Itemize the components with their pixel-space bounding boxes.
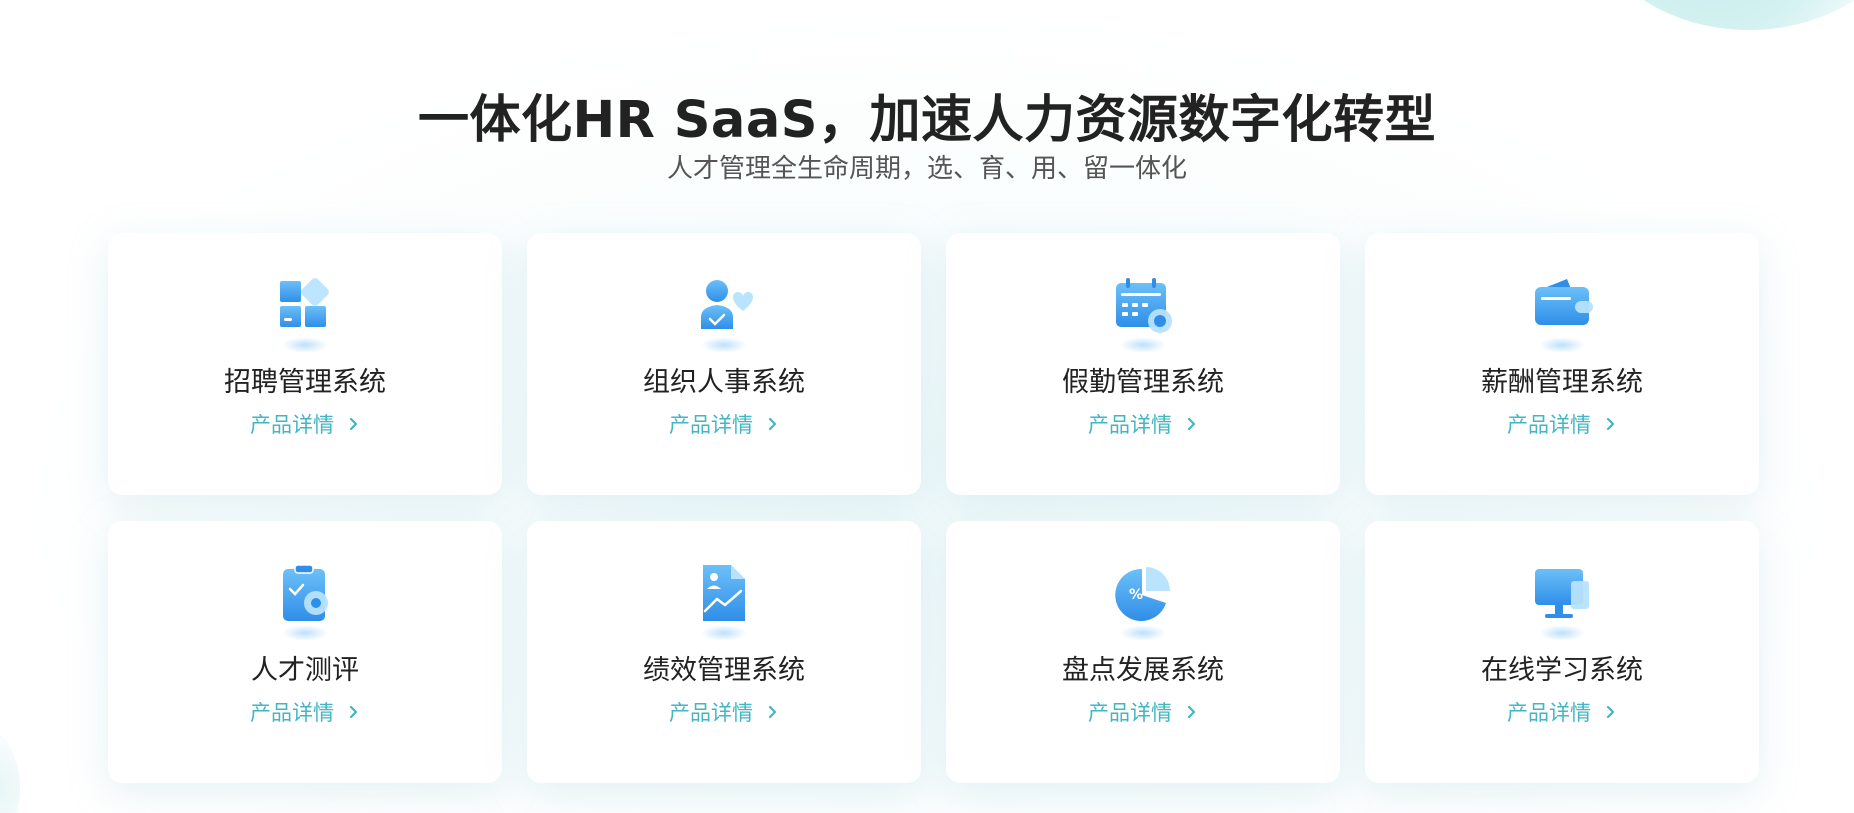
product-title: 绩效管理系统 — [643, 655, 805, 686]
org-person-icon — [689, 271, 759, 353]
chevron-right-icon — [1606, 705, 1615, 719]
decorative-blob — [1584, 0, 1854, 30]
performance-chart-icon — [689, 559, 759, 641]
page-subtitle: 人才管理全生命周期，选、育、用、留一体化 — [666, 154, 1187, 184]
product-title: 盘点发展系统 — [1062, 655, 1224, 686]
product-card-assessment[interactable]: 人才测评 产品详情 — [108, 521, 502, 783]
product-detail-link[interactable]: 产品详情 — [669, 697, 779, 727]
product-card-review[interactable]: % 盘点发展系统 产品详情 — [946, 521, 1340, 783]
page-title: 一体化HR SaaS，加速人力资源数字化转型 — [417, 91, 1436, 150]
product-title: 假勤管理系统 — [1062, 367, 1224, 398]
product-detail-label: 产品详情 — [669, 701, 753, 725]
chevron-right-icon — [349, 417, 358, 431]
product-detail-label: 产品详情 — [1088, 701, 1172, 725]
product-title: 在线学习系统 — [1481, 655, 1643, 686]
product-detail-link[interactable]: 产品详情 — [669, 409, 779, 439]
monitor-icon — [1527, 559, 1597, 641]
product-detail-label: 产品详情 — [1507, 413, 1591, 437]
product-grid: 招聘管理系统 产品详情 组织人事系统 产品详情 假勤管理系统 产品详情 薪酬管理… — [108, 233, 1760, 783]
product-detail-link[interactable]: 产品详情 — [1507, 409, 1617, 439]
chevron-right-icon — [1187, 417, 1196, 431]
clipboard-icon — [270, 559, 340, 641]
product-detail-label: 产品详情 — [669, 413, 753, 437]
product-detail-link[interactable]: 产品详情 — [1088, 409, 1198, 439]
product-title: 薪酬管理系统 — [1481, 367, 1643, 398]
product-detail-label: 产品详情 — [1088, 413, 1172, 437]
product-detail-label: 产品详情 — [250, 413, 334, 437]
product-detail-label: 产品详情 — [250, 701, 334, 725]
svg-text:%: % — [1129, 587, 1143, 603]
product-title: 招聘管理系统 — [224, 367, 386, 398]
chevron-right-icon — [1187, 705, 1196, 719]
product-card-learning[interactable]: 在线学习系统 产品详情 — [1365, 521, 1759, 783]
product-card-org[interactable]: 组织人事系统 产品详情 — [527, 233, 921, 495]
chevron-right-icon — [768, 705, 777, 719]
product-card-salary[interactable]: 薪酬管理系统 产品详情 — [1365, 233, 1759, 495]
chevron-right-icon — [349, 705, 358, 719]
product-card-recruit[interactable]: 招聘管理系统 产品详情 — [108, 233, 502, 495]
product-title: 人才测评 — [251, 655, 359, 686]
calendar-icon — [1108, 271, 1178, 353]
pie-chart-icon: % — [1108, 559, 1178, 641]
product-detail-link[interactable]: 产品详情 — [1088, 697, 1198, 727]
product-detail-link[interactable]: 产品详情 — [250, 409, 360, 439]
chevron-right-icon — [768, 417, 777, 431]
recruit-icon — [270, 271, 340, 353]
decorative-blob — [0, 723, 20, 813]
chevron-right-icon — [1606, 417, 1615, 431]
product-detail-label: 产品详情 — [1507, 701, 1591, 725]
product-detail-link[interactable]: 产品详情 — [250, 697, 360, 727]
product-card-performance[interactable]: 绩效管理系统 产品详情 — [527, 521, 921, 783]
wallet-icon — [1527, 271, 1597, 353]
product-card-attendance[interactable]: 假勤管理系统 产品详情 — [946, 233, 1340, 495]
page: 一体化HR SaaS，加速人力资源数字化转型 人才管理全生命周期，选、育、用、留… — [0, 0, 1854, 813]
product-detail-link[interactable]: 产品详情 — [1507, 697, 1617, 727]
product-title: 组织人事系统 — [643, 367, 805, 398]
